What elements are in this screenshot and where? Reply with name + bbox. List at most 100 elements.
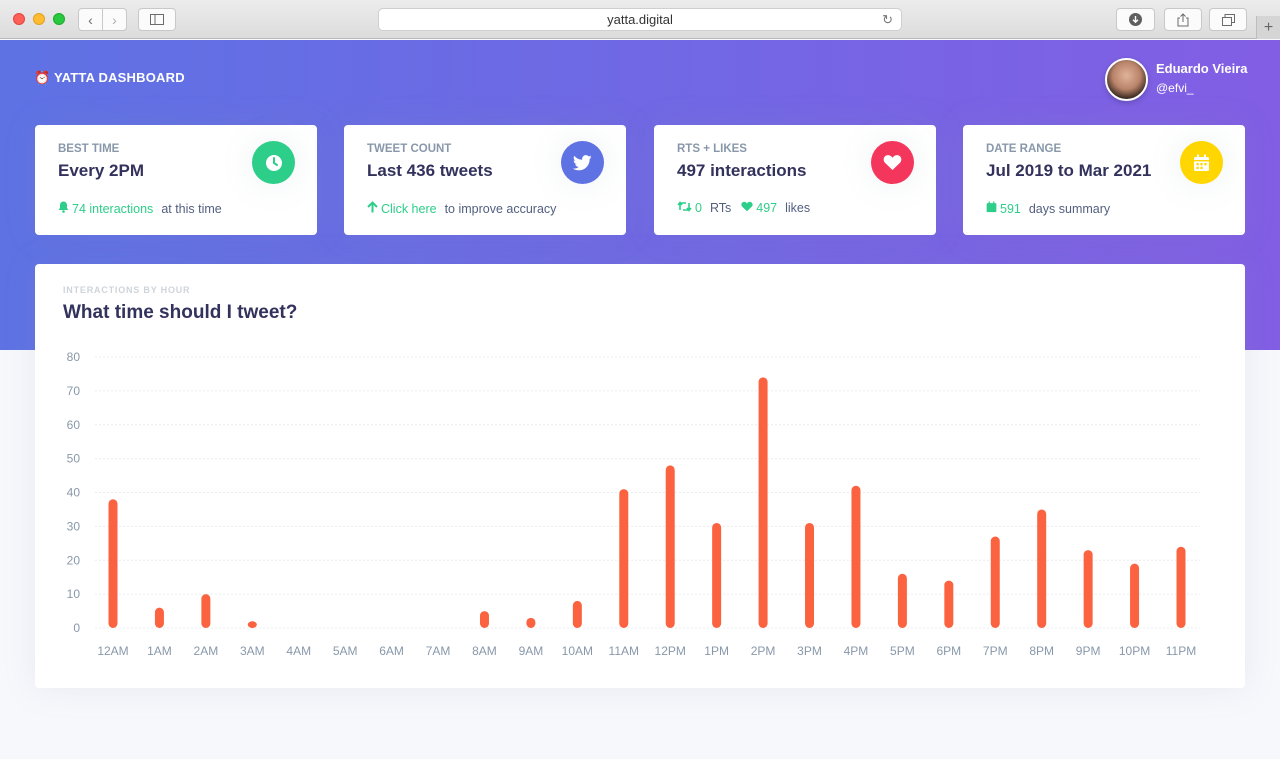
x-tick-label: 2PM xyxy=(751,644,776,658)
clock-icon xyxy=(252,141,295,184)
bar-2am[interactable] xyxy=(201,594,211,628)
best-time-interactions: 74 interactions xyxy=(72,201,154,216)
download-icon xyxy=(1129,13,1142,26)
bar-6pm[interactable] xyxy=(944,580,954,628)
card-title: BEST TIME xyxy=(58,143,120,155)
user-profile[interactable]: Eduardo Vieira @efvi_ xyxy=(1105,57,1248,101)
x-tick-label: 9AM xyxy=(519,644,544,658)
x-tick-label: 12PM xyxy=(655,644,686,658)
bar-11pm[interactable] xyxy=(1176,546,1186,628)
y-tick-label: 60 xyxy=(67,418,81,432)
x-tick-label: 6PM xyxy=(936,644,961,658)
back-button[interactable]: ‹ xyxy=(78,8,103,31)
y-tick-label: 80 xyxy=(67,350,81,364)
x-tick-label: 10PM xyxy=(1119,644,1150,658)
bar-9pm[interactable] xyxy=(1083,550,1093,628)
x-tick-label: 8AM xyxy=(472,644,497,658)
card-footer: 0 RTs 497 likes xyxy=(677,201,810,215)
y-tick-label: 20 xyxy=(67,553,81,567)
card-title: RTS + LIKES xyxy=(677,143,747,155)
user-handle: @efvi_ xyxy=(1156,81,1194,95)
share-button[interactable] xyxy=(1164,8,1202,31)
card-value: 497 interactions xyxy=(677,161,807,180)
bar-9am[interactable] xyxy=(526,617,536,628)
show-tabs-button[interactable] xyxy=(1209,8,1247,31)
bar-7pm[interactable] xyxy=(990,536,1000,628)
x-tick-label: 11AM xyxy=(609,644,639,658)
stat-card-best-time: BEST TIME Every 2PM 74 interactions at t… xyxy=(35,125,317,235)
bar-1pm[interactable] xyxy=(712,522,722,628)
card-footer-text: to improve accuracy xyxy=(444,201,557,216)
x-tick-label: 9PM xyxy=(1076,644,1101,658)
card-title: DATE RANGE xyxy=(986,143,1062,155)
bar-5pm[interactable] xyxy=(897,573,907,628)
bar-10pm[interactable] xyxy=(1130,563,1140,628)
calendar-icon xyxy=(1180,141,1223,184)
sidebar-icon xyxy=(150,14,164,25)
arrow-up-icon xyxy=(367,201,378,216)
card-value: Last 436 tweets xyxy=(367,161,493,180)
stat-card-tweet-count: TWEET COUNT Last 436 tweets Click here t… xyxy=(344,125,626,235)
x-tick-label: 1PM xyxy=(704,644,729,658)
downloads-button[interactable] xyxy=(1116,8,1155,31)
tabs-icon xyxy=(1221,13,1235,26)
forward-button[interactable]: › xyxy=(102,8,127,31)
avatar xyxy=(1105,57,1148,101)
bell-icon xyxy=(58,201,69,216)
chevron-right-icon: › xyxy=(112,11,117,28)
y-tick-label: 30 xyxy=(67,519,81,533)
likes-count: 497 xyxy=(756,201,778,215)
likes-label: likes xyxy=(785,201,811,215)
bar-4pm[interactable] xyxy=(851,485,861,628)
card-footer: Click here to improve accuracy xyxy=(367,201,556,216)
bar-3pm[interactable] xyxy=(805,522,815,628)
x-tick-label: 5PM xyxy=(890,644,915,658)
window-minimize-button[interactable] xyxy=(33,13,45,25)
y-tick-label: 40 xyxy=(67,486,81,500)
card-value: Every 2PM xyxy=(58,161,144,180)
brand-title[interactable]: ⏰ YATTA DASHBOARD xyxy=(34,70,185,86)
page: ⏰ YATTA DASHBOARD Eduardo Vieira @efvi_ … xyxy=(0,40,1280,759)
bar-10am[interactable] xyxy=(572,600,582,628)
x-tick-label: 7PM xyxy=(983,644,1008,658)
y-tick-label: 10 xyxy=(67,587,81,601)
bar-2pm[interactable] xyxy=(758,377,768,628)
bar-8am[interactable] xyxy=(479,611,489,628)
x-tick-label: 11PM xyxy=(1166,644,1196,658)
bar-11am[interactable] xyxy=(619,489,629,628)
y-tick-label: 70 xyxy=(67,384,81,398)
window-close-button[interactable] xyxy=(13,13,25,25)
chevron-left-icon: ‹ xyxy=(88,11,93,28)
url-text: yatta.digital xyxy=(607,12,673,27)
bar-12pm[interactable] xyxy=(665,465,675,628)
card-footer-text: days summary xyxy=(1028,201,1111,216)
bar-3am[interactable] xyxy=(247,621,257,628)
click-here-link[interactable]: Click here xyxy=(381,202,437,216)
user-name: Eduardo Vieira xyxy=(1156,61,1248,76)
x-tick-label: 3PM xyxy=(797,644,822,658)
x-tick-label: 7AM xyxy=(426,644,451,658)
calendar-small-icon xyxy=(986,201,997,216)
stat-card-rts-likes: RTS + LIKES 497 interactions 0 RTs 497 l… xyxy=(654,125,936,235)
window-zoom-button[interactable] xyxy=(53,13,65,25)
sidebar-toggle-button[interactable] xyxy=(138,8,176,31)
card-footer: 591 days summary xyxy=(986,201,1110,216)
x-tick-label: 1AM xyxy=(147,644,172,658)
x-tick-label: 6AM xyxy=(379,644,404,658)
plus-icon: + xyxy=(1263,18,1274,36)
rts-count: 0 xyxy=(695,201,702,215)
bar-1am[interactable] xyxy=(154,607,164,628)
chart-card: INTERACTIONS BY HOUR What time should I … xyxy=(35,264,1245,688)
address-bar[interactable]: yatta.digital ↻ xyxy=(378,8,902,31)
x-tick-label: 4PM xyxy=(844,644,869,658)
bar-8pm[interactable] xyxy=(1037,509,1047,628)
bar-12am[interactable] xyxy=(108,499,118,628)
days-count: 591 xyxy=(1000,201,1021,216)
card-footer: 74 interactions at this time xyxy=(58,201,222,216)
x-tick-label: 4AM xyxy=(286,644,311,658)
y-tick-label: 50 xyxy=(67,452,81,466)
heart-icon xyxy=(871,141,914,184)
new-tab-button[interactable]: + xyxy=(1256,16,1280,39)
reload-icon[interactable]: ↻ xyxy=(882,12,893,28)
retweet-icon xyxy=(677,201,692,215)
